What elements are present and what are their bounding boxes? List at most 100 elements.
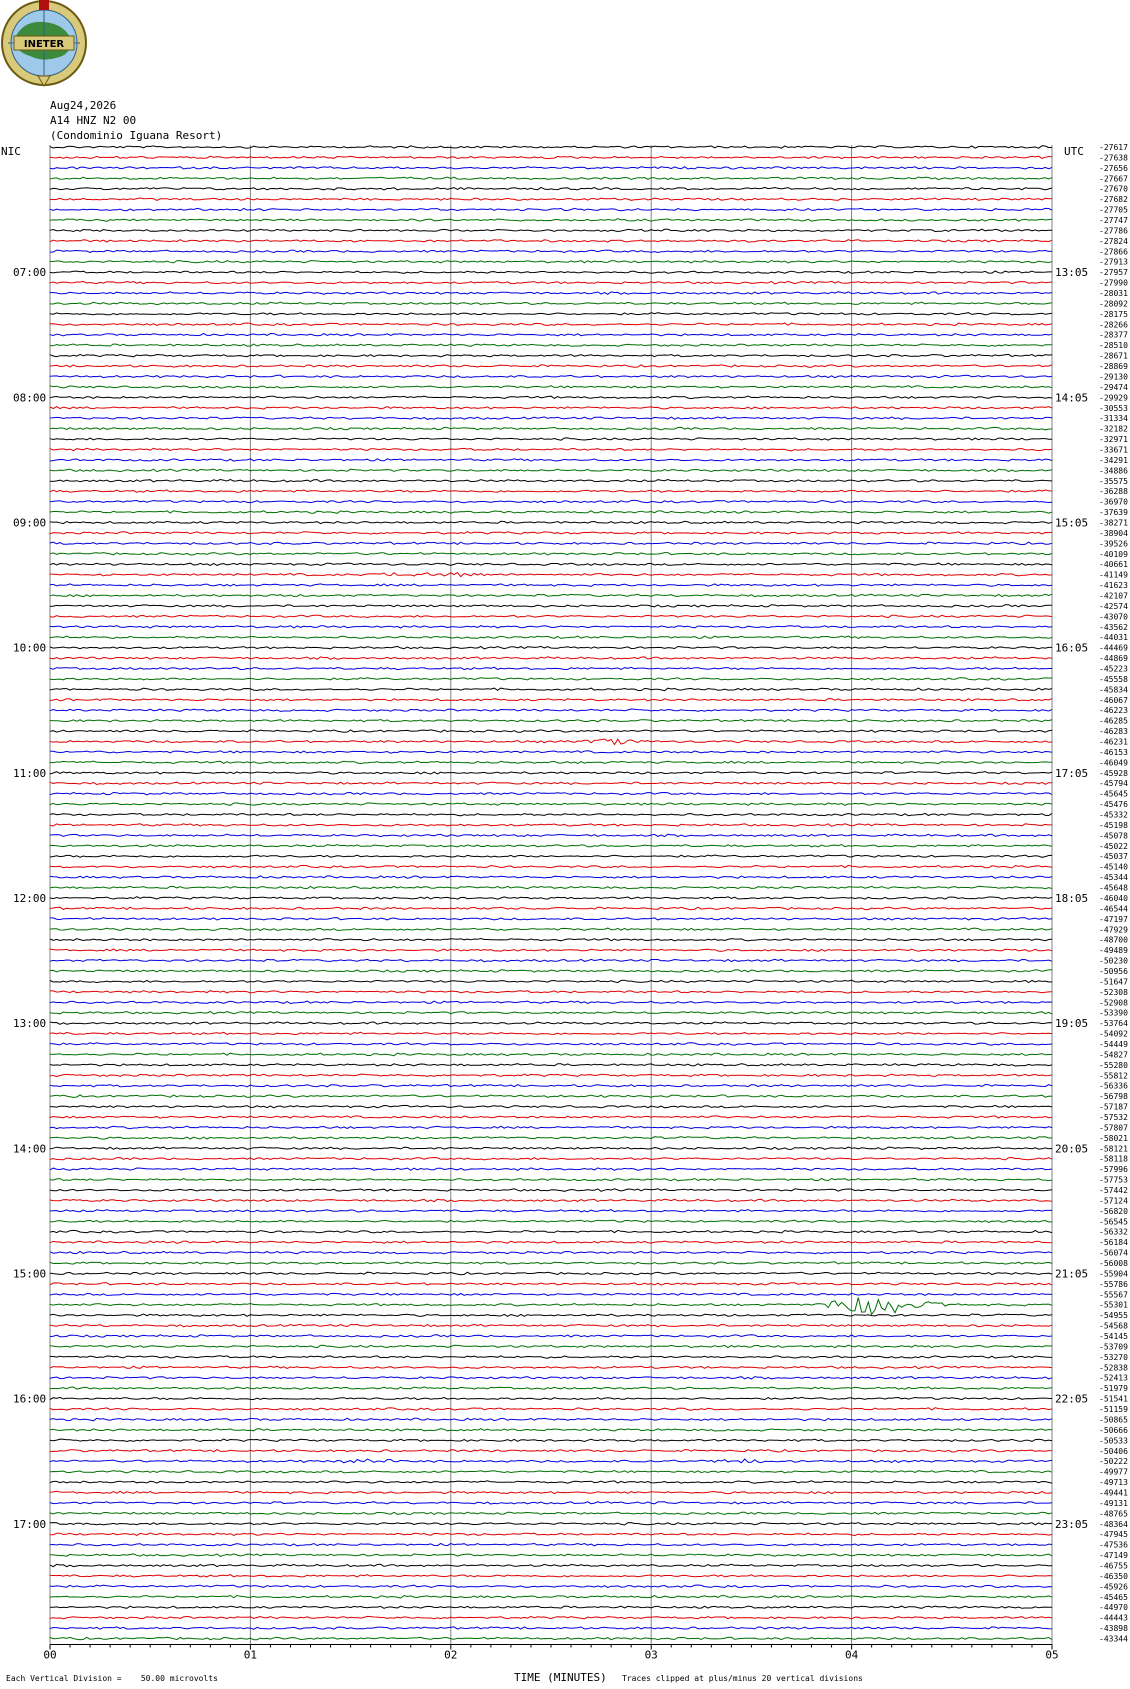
trace-line [49, 812, 1053, 817]
trace-line [49, 1490, 1053, 1495]
trace-offset-label: -46231 [1099, 738, 1128, 747]
trace-line [49, 823, 1053, 827]
trace-offset-label: -27638 [1099, 153, 1128, 162]
trace-line [49, 1532, 1053, 1537]
trace-line [49, 291, 1053, 295]
left-time-label: 10:00 [13, 642, 46, 655]
trace-offset-label: -45834 [1099, 685, 1128, 694]
trace-line [49, 1522, 1053, 1526]
trace-line [50, 1605, 1052, 1609]
trace-offset-label: -45078 [1099, 831, 1128, 840]
trace-offset-label: -53390 [1099, 1009, 1128, 1018]
trace-line [49, 228, 1052, 233]
trace-offset-label: -42574 [1099, 602, 1128, 611]
trace-line [49, 958, 1053, 963]
trace-line [49, 1063, 1053, 1067]
trace-line [50, 990, 1053, 994]
trace-line [49, 1219, 1053, 1223]
trace-offset-label: -43898 [1099, 1624, 1128, 1633]
trace-offset-label: -27682 [1099, 195, 1128, 204]
trace-offset-label: -43562 [1099, 623, 1128, 632]
trace-offset-label: -53764 [1099, 1019, 1128, 1028]
trace-offset-label: -54827 [1099, 1050, 1128, 1059]
trace-offset-label: -29474 [1099, 383, 1128, 392]
trace-line [49, 927, 1053, 932]
x-tick-label: 05 [1045, 1648, 1058, 1661]
trace-line [49, 1396, 1053, 1401]
header-site: (Condominio Iguana Resort) [50, 129, 223, 142]
trace-line [49, 729, 1053, 733]
trace-offset-label: -54145 [1099, 1332, 1128, 1341]
x-tick-label: 04 [845, 1648, 859, 1661]
trace-offset-label: -55280 [1099, 1061, 1128, 1070]
trace-offset-label: -54092 [1099, 1030, 1128, 1039]
trace-line [49, 552, 1053, 556]
left-time-label: 13:00 [13, 1017, 46, 1030]
right-time-label: 17:05 [1055, 767, 1088, 780]
left-time-label: 11:00 [13, 767, 46, 780]
trace-offset-label: -46067 [1099, 696, 1128, 705]
trace-line [49, 750, 1053, 754]
trace-line [49, 1542, 1053, 1547]
trace-line [49, 666, 1052, 671]
trace-line [49, 791, 1053, 796]
trace-line [49, 207, 1053, 212]
trace-line [49, 239, 1053, 243]
trace-line [49, 1125, 1053, 1130]
trace-offset-label: -27667 [1099, 174, 1128, 183]
trace-line [49, 614, 1053, 619]
trace-line [49, 854, 1053, 858]
trace-offset-label: -52413 [1099, 1374, 1128, 1383]
trace-line [49, 604, 1053, 608]
trace-offset-label: -49489 [1099, 946, 1128, 955]
trace-line [49, 332, 1053, 337]
trace-line [49, 1297, 1053, 1316]
trace-offset-label: -57442 [1099, 1186, 1128, 1195]
trace-offset-label: -43344 [1099, 1634, 1128, 1643]
trace-offset-label: -56074 [1099, 1249, 1128, 1258]
trace-offset-label: -55904 [1099, 1269, 1128, 1278]
trace-line [49, 937, 1053, 942]
trace-line [49, 738, 1053, 746]
trace-line [49, 1511, 1053, 1516]
trace-line [49, 312, 1053, 316]
trace-line [49, 1626, 1053, 1630]
trace-offset-label: -52308 [1099, 988, 1128, 997]
trace-line [49, 1344, 1053, 1349]
trace-line [49, 155, 1053, 160]
trace-offset-label: -27913 [1099, 258, 1128, 267]
trace-line [49, 843, 1053, 848]
trace-line [49, 499, 1053, 504]
trace-offset-label: -58118 [1099, 1155, 1128, 1164]
trace-offset-label: -54449 [1099, 1040, 1128, 1049]
scale-note: Each Vertical Division = 50.00 microvolt… [6, 1674, 218, 1683]
trace-offset-label: -47197 [1099, 915, 1128, 924]
header-station: A14 HNZ N2 00 [50, 114, 137, 127]
trace-offset-label: -28869 [1099, 362, 1128, 371]
trace-offset-label: -48364 [1099, 1520, 1128, 1529]
trace-offset-label: -42107 [1099, 591, 1128, 600]
trace-line [49, 343, 1052, 347]
trace-offset-label: -49977 [1099, 1468, 1128, 1477]
trace-line [49, 781, 1053, 786]
header-date: Aug24,2026 [50, 99, 117, 112]
trace-line [49, 562, 1053, 566]
trace-line [49, 1428, 1053, 1432]
trace-line [49, 1229, 1053, 1234]
trace-offset-label: -57532 [1099, 1113, 1128, 1122]
trace-offset-label: -27866 [1099, 247, 1128, 256]
trace-offset-label: -53709 [1099, 1342, 1128, 1351]
trace-offset-label: -27705 [1099, 206, 1128, 215]
trace-line [49, 1083, 1053, 1088]
trace-line [49, 1271, 1053, 1276]
trace-line [49, 1094, 1053, 1098]
trace-offset-label: -48765 [1099, 1509, 1128, 1518]
trace-offset-label: -38271 [1099, 518, 1128, 527]
trace-line [49, 1386, 1053, 1390]
trace-offset-label: -50865 [1099, 1415, 1128, 1424]
trace-offset-label: -28031 [1099, 289, 1128, 298]
right-time-label: 18:05 [1055, 892, 1088, 905]
trace-line [49, 1469, 1053, 1474]
trace-line [49, 885, 1053, 890]
trace-offset-label: -44469 [1099, 644, 1128, 653]
